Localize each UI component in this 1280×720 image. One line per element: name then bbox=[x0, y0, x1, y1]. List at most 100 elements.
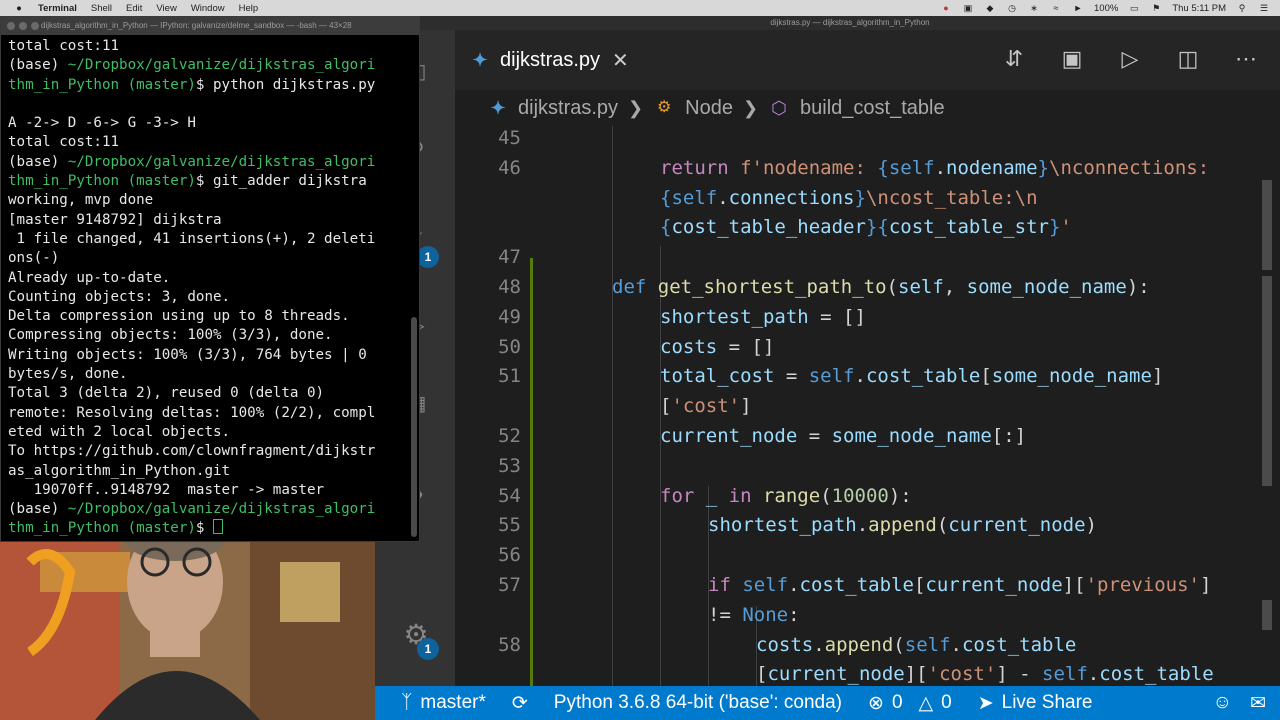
code-token: self bbox=[904, 633, 951, 656]
close-window-icon[interactable] bbox=[7, 22, 15, 30]
terminal-line: eted with 2 local objects. bbox=[8, 423, 413, 442]
code-line: {cost_table_header}{cost_table_str}' bbox=[455, 212, 1280, 242]
terminal-line: total cost:11 bbox=[8, 133, 413, 152]
branch-status[interactable]: ᛉ master* bbox=[401, 692, 486, 714]
menu-window[interactable]: Window bbox=[191, 3, 225, 14]
terminal-text: working, mvp done bbox=[8, 192, 154, 209]
breadcrumb-method[interactable]: ⬡ build_cost_table bbox=[768, 97, 944, 120]
code-token: nodename bbox=[946, 156, 1038, 179]
preview-icon[interactable]: ▣ bbox=[1058, 46, 1086, 72]
breadcrumb-file-label: dijkstras.py bbox=[518, 96, 619, 119]
display-icon[interactable]: ▣ bbox=[962, 3, 974, 13]
terminal-text: total cost:11 bbox=[8, 134, 120, 151]
terminal-scrollbar[interactable] bbox=[411, 317, 417, 537]
apple-menu-icon[interactable]: ● bbox=[12, 3, 26, 14]
flag-icon[interactable]: ⚑ bbox=[1150, 3, 1162, 13]
code-token: def bbox=[612, 276, 658, 298]
python-interpreter-label: Python 3.6.8 64-bit ('base': conda) bbox=[553, 692, 843, 713]
menu-edit[interactable]: Edit bbox=[126, 3, 142, 14]
split-editor-icon[interactable]: ◫ bbox=[1174, 46, 1202, 72]
code-line: 52 current_node = some_node_name[:] bbox=[455, 421, 1280, 451]
code-text: if self.cost_table[current_node]['previo… bbox=[708, 570, 1211, 600]
open-changes-icon[interactable]: ⇵ bbox=[1000, 46, 1028, 72]
sync-status[interactable]: ⟳ bbox=[512, 692, 528, 715]
code-token: for bbox=[660, 484, 706, 507]
code-token: [:] bbox=[991, 425, 1027, 447]
code-token: . bbox=[717, 186, 729, 209]
settings-badge: 1 bbox=[417, 638, 439, 660]
python-file-icon: ✦ bbox=[472, 50, 488, 70]
dropbox-icon[interactable]: ◆ bbox=[984, 3, 996, 13]
code-text: current_node = some_node_name[:] bbox=[660, 421, 1026, 451]
code-token: = bbox=[797, 425, 832, 447]
menu-help[interactable]: Help bbox=[239, 3, 259, 14]
menu-app-name[interactable]: Terminal bbox=[38, 3, 77, 14]
terminal-text: $ python dijkstras.py bbox=[195, 76, 376, 93]
clock-icon[interactable]: ◷ bbox=[1006, 3, 1018, 13]
terminal-text: as_algorithm_in_Python.git bbox=[8, 462, 231, 479]
tab-close-icon[interactable]: ✕ bbox=[612, 48, 629, 73]
code-text: costs.append(self.cost_table bbox=[756, 630, 1076, 660]
notifications-status[interactable]: ✉ bbox=[1250, 692, 1266, 715]
run-file-icon[interactable]: ▷ bbox=[1116, 46, 1144, 72]
code-token: current_node bbox=[660, 425, 798, 447]
code-line: 50 costs = [] bbox=[455, 332, 1280, 362]
code-token: current_node bbox=[948, 514, 1086, 537]
terminal-text: A -2-> D -6-> G -3-> H bbox=[8, 115, 196, 132]
breadcrumb-file[interactable]: ✦ dijkstras.py bbox=[488, 97, 618, 120]
breadcrumb: ✦ dijkstras.py ❯ ⚙ Node ❯ ⬡ build_cost_t… bbox=[455, 90, 1280, 126]
battery-percent[interactable]: 100% bbox=[1094, 3, 1118, 14]
code-line: 49 shortest_path = [] bbox=[455, 302, 1280, 332]
zoom-window-icon[interactable] bbox=[31, 22, 39, 30]
class-icon: ⚙ bbox=[656, 99, 672, 116]
code-token: costs bbox=[756, 633, 814, 656]
minimize-window-icon[interactable] bbox=[19, 22, 27, 30]
terminal-output[interactable]: total cost:11 (base) ~/Dropbox/galvanize/… bbox=[8, 37, 413, 539]
warning-icon: △ bbox=[918, 692, 934, 714]
menu-view[interactable]: View bbox=[156, 3, 176, 14]
terminal-text: ~/Dropbox/galvanize/dijkstras_algori bbox=[67, 57, 376, 74]
terminal-text: Counting objects: 3, done. bbox=[8, 288, 231, 305]
code-editor[interactable]: 45 46 return f'nodename: {self.nodename}\n… bbox=[455, 126, 1280, 686]
more-actions-icon[interactable]: ⋯ bbox=[1232, 46, 1260, 72]
spotlight-icon[interactable]: ⚲ bbox=[1236, 3, 1248, 13]
code-token: in bbox=[717, 484, 763, 507]
code-token: cost_table bbox=[799, 574, 914, 596]
code-token: { bbox=[660, 216, 672, 239]
breadcrumb-class[interactable]: ⚙ Node bbox=[653, 97, 733, 120]
volume-icon[interactable]: ► bbox=[1072, 3, 1084, 13]
terminal-text: bytes/s, done. bbox=[8, 366, 128, 383]
code-token: connections bbox=[728, 186, 855, 209]
code-line: 56 bbox=[455, 540, 1280, 570]
terminal-line: Delta compression using up to 8 threads. bbox=[8, 307, 413, 326]
terminal-line: bytes/s, done. bbox=[8, 365, 413, 384]
wifi-icon[interactable]: ≈ bbox=[1050, 3, 1062, 13]
code-text: for _ in range(10000): bbox=[660, 481, 912, 511]
bluetooth-icon[interactable]: ∗ bbox=[1028, 3, 1040, 13]
python-interpreter[interactable]: Python 3.6.8 64-bit ('base': conda) bbox=[554, 692, 842, 714]
problems-status[interactable]: ⊗ 0 △ 0 bbox=[868, 692, 952, 715]
code-token: 'cost' bbox=[927, 663, 997, 686]
code-token: range bbox=[762, 484, 821, 507]
code-token: ] - bbox=[996, 663, 1043, 686]
notification-center-icon[interactable]: ☰ bbox=[1258, 3, 1270, 13]
code-line: 47 bbox=[455, 242, 1280, 272]
code-token: some_node_name bbox=[966, 276, 1127, 298]
code-line: 57 if self.cost_table[current_node]['prev… bbox=[455, 570, 1280, 600]
line-number: 58 bbox=[498, 633, 521, 656]
menu-shell[interactable]: Shell bbox=[91, 3, 112, 14]
terminal-text: thm_in_Python (master) bbox=[8, 520, 196, 537]
code-token: ( bbox=[936, 514, 949, 537]
line-number: 55 bbox=[498, 514, 521, 537]
feedback-status[interactable]: ☺ bbox=[1213, 692, 1232, 714]
terminal-line: thm_in_Python (master)$ python dijkstras… bbox=[8, 76, 413, 95]
code-token: ( bbox=[893, 633, 905, 656]
tab-dijkstras[interactable]: ✦ dijkstras.py ✕ bbox=[470, 42, 629, 78]
terminal-text: Already up-to-date. bbox=[8, 269, 171, 286]
record-icon[interactable]: ● bbox=[940, 3, 952, 13]
code-text: costs = [] bbox=[660, 332, 774, 362]
terminal-text: ~/Dropbox/galvanize/dijkstras_algori bbox=[67, 501, 376, 518]
terminal-window[interactable]: dijkstras_algorithm_in_Python — IPython:… bbox=[0, 16, 420, 542]
live-share-status[interactable]: ➤ Live Share bbox=[978, 692, 1093, 715]
menu-clock[interactable]: Thu 5:11 PM bbox=[1172, 3, 1226, 14]
